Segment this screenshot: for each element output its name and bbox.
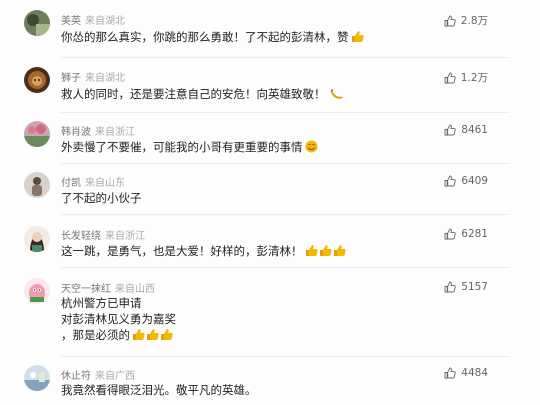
- like-button[interactable]: 6409: [444, 175, 488, 187]
- avatar-image: [24, 226, 50, 252]
- divider: [61, 163, 510, 164]
- avatar-image: [24, 121, 50, 147]
- thumbs-up-icon: [444, 367, 456, 379]
- avatar-image: [24, 67, 50, 93]
- username[interactable]: 韩肖波: [61, 127, 91, 138]
- like-count: 2.8万: [460, 15, 488, 27]
- smile-emoji-icon: [305, 140, 317, 153]
- avatar[interactable]: [24, 172, 50, 198]
- username[interactable]: 付凯: [61, 178, 81, 189]
- comment-meta: 韩肖波 来自浙江: [61, 123, 135, 138]
- comment-line: ，那是必须的: [61, 328, 130, 342]
- username[interactable]: 长发轻绕: [61, 231, 101, 242]
- avatar-image: [24, 172, 50, 198]
- thumbs-up-icon: [444, 281, 456, 293]
- comment-meta: 天空一抹红 来自山西: [61, 280, 155, 295]
- comment-line: 杭州警方已申请: [61, 296, 142, 310]
- like-count: 1.2万: [460, 72, 488, 84]
- avatar[interactable]: [24, 365, 50, 391]
- location: 来自湖北: [85, 16, 125, 27]
- comment-text: 我竟然看得眼泛泪光。敬平凡的英雄。: [61, 382, 257, 398]
- thumbs-up-icon: [444, 228, 456, 240]
- like-button[interactable]: 6281: [444, 228, 488, 240]
- comment-meta: 狮子 来自湖北: [61, 69, 125, 84]
- username[interactable]: 美英: [61, 16, 81, 27]
- location: 来自山东: [85, 178, 125, 189]
- avatar-image: [24, 365, 50, 391]
- username[interactable]: 狮子: [61, 73, 81, 84]
- username[interactable]: 天空一抹红: [61, 284, 111, 295]
- comment-meta: 长发轻绕 来自浙江: [61, 227, 145, 242]
- like-count: 8461: [461, 124, 488, 136]
- like-count: 4484: [461, 367, 488, 379]
- comment-line: 对彭清林见义勇为嘉奖: [61, 312, 176, 326]
- comment-text: 这一跳，是勇气，也是大爱！好样的，彭清林！: [61, 243, 347, 259]
- username[interactable]: 休止符: [61, 371, 91, 382]
- comment-meta: 付凯 来自山东: [61, 174, 125, 189]
- comment-line: 救人的同时，还是要注意自己的安危！向英雄致敬！: [61, 87, 326, 101]
- comment-text: 了不起的小伙子: [61, 190, 142, 206]
- location: 来自浙江: [95, 127, 135, 138]
- avatar-image: [24, 278, 50, 304]
- like-button[interactable]: 4484: [444, 367, 488, 379]
- avatar[interactable]: [24, 226, 50, 252]
- thumbs-up-icon: [444, 124, 456, 136]
- comment-line: 我竟然看得眼泛泪光。敬平凡的英雄。: [61, 383, 257, 397]
- thumbs-up-icon: [444, 175, 456, 187]
- comment-line: 你怂的那么真实，你跳的那么勇敢！了不起的彭清林，赞: [61, 30, 349, 44]
- like-count: 5157: [461, 281, 488, 293]
- divider: [61, 356, 510, 357]
- avatar[interactable]: [24, 278, 50, 304]
- thumbs-up-icon: [444, 15, 456, 26]
- location: 来自湖北: [85, 73, 125, 84]
- divider: [61, 214, 510, 215]
- banana-emoji-icon: [330, 89, 343, 99]
- avatar[interactable]: [24, 10, 50, 36]
- comment-text: 外卖慢了不要催，可能我的小哥有更重要的事情: [61, 139, 318, 155]
- like-count: 6409: [461, 175, 488, 187]
- location: 来自广西: [95, 371, 135, 382]
- avatar[interactable]: [24, 67, 50, 93]
- avatar[interactable]: [24, 121, 50, 147]
- thumbs-up-icon: [444, 72, 456, 83]
- divider: [61, 267, 510, 268]
- like-button[interactable]: 8461: [444, 124, 488, 136]
- comment-text: 救人的同时，还是要注意自己的安危！向英雄致敬！: [61, 86, 344, 102]
- comment-meta: 休止符 来自广西: [61, 367, 135, 382]
- comment-line: 这一跳，是勇气，也是大爱！好样的，彭清林！: [61, 244, 303, 258]
- comment-line: 了不起的小伙子: [61, 191, 142, 205]
- divider: [61, 112, 510, 113]
- thumbs-up-emoji-icon: [133, 329, 173, 340]
- like-button[interactable]: 2.8万: [444, 13, 488, 28]
- comment-line: 外卖慢了不要催，可能我的小哥有更重要的事情: [61, 140, 303, 154]
- like-button[interactable]: 1.2万: [444, 70, 488, 85]
- avatar-image: [24, 10, 50, 36]
- comment-text: 你怂的那么真实，你跳的那么勇敢！了不起的彭清林，赞: [61, 29, 364, 45]
- location: 来自山西: [115, 284, 155, 295]
- like-button[interactable]: 5157: [444, 281, 488, 293]
- thumbs-up-emoji-icon: [351, 31, 364, 42]
- divider: [61, 57, 510, 58]
- comment-list: 美英 来自湖北 你怂的那么真实，你跳的那么勇敢！了不起的彭清林，赞 2.8万 狮子…: [0, 0, 540, 405]
- comment-meta: 美英 来自湖北: [61, 12, 125, 27]
- location: 来自浙江: [105, 231, 145, 242]
- like-count: 6281: [461, 228, 488, 240]
- comment-text: 杭州警方已申请 对彭清林见义勇为嘉奖 ，那是必须的: [61, 295, 176, 343]
- thumbs-up-emoji-icon: [305, 245, 346, 256]
